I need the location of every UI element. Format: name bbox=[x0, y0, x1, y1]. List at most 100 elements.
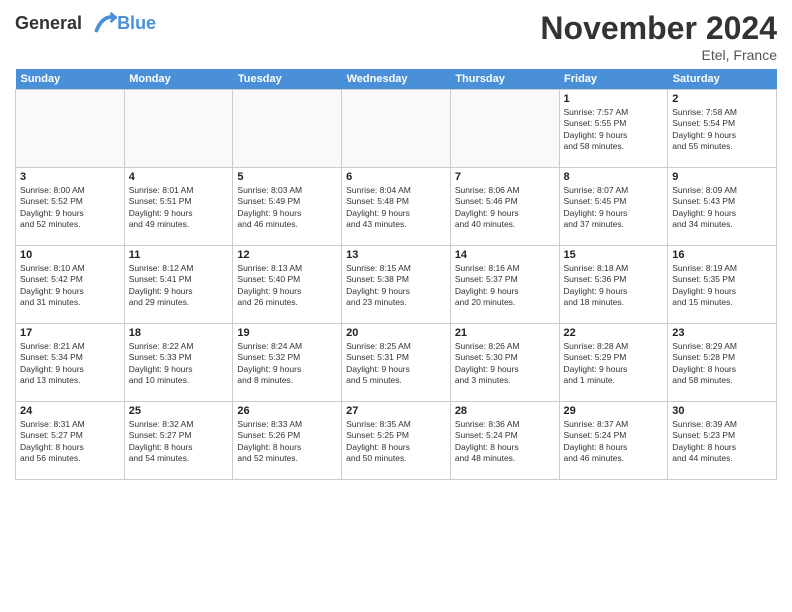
calendar-week-row: 3 Sunrise: 8:00 AM Sunset: 5:52 PM Daylig… bbox=[16, 168, 777, 246]
day-info: Sunrise: 8:04 AM Sunset: 5:48 PM Dayligh… bbox=[346, 185, 446, 231]
calendar-week-row: 24 Sunrise: 8:31 AM Sunset: 5:27 PM Dayli… bbox=[16, 402, 777, 480]
calendar-cell: 10 Sunrise: 8:10 AM Sunset: 5:42 PM Dayli… bbox=[16, 246, 125, 324]
header-saturday: Saturday bbox=[668, 69, 777, 90]
calendar-cell: 7 Sunrise: 8:06 AM Sunset: 5:46 PM Daylig… bbox=[450, 168, 559, 246]
calendar-cell: 18 Sunrise: 8:22 AM Sunset: 5:33 PM Dayli… bbox=[124, 324, 233, 402]
day-info: Sunrise: 8:31 AM Sunset: 5:27 PM Dayligh… bbox=[20, 419, 120, 465]
day-number: 28 bbox=[455, 405, 555, 417]
day-number: 3 bbox=[20, 171, 120, 183]
day-info: Sunrise: 8:12 AM Sunset: 5:41 PM Dayligh… bbox=[129, 263, 229, 309]
day-info: Sunrise: 8:13 AM Sunset: 5:40 PM Dayligh… bbox=[237, 263, 337, 309]
day-number: 10 bbox=[20, 249, 120, 261]
day-number: 25 bbox=[129, 405, 229, 417]
calendar-cell: 16Sunrise: 8:19 AM Sunset: 5:35 PM Dayli… bbox=[668, 246, 777, 324]
location: Etel, France bbox=[540, 47, 777, 63]
day-info: Sunrise: 8:24 AM Sunset: 5:32 PM Dayligh… bbox=[237, 341, 337, 387]
day-number: 6 bbox=[346, 171, 446, 183]
logo-general: General bbox=[15, 13, 82, 33]
calendar-cell: 3 Sunrise: 8:00 AM Sunset: 5:52 PM Daylig… bbox=[16, 168, 125, 246]
day-number: 17 bbox=[20, 327, 120, 339]
calendar-week-row: 10 Sunrise: 8:10 AM Sunset: 5:42 PM Dayli… bbox=[16, 246, 777, 324]
day-info: Sunrise: 8:29 AM Sunset: 5:28 PM Dayligh… bbox=[672, 341, 772, 387]
calendar-cell: 20 Sunrise: 8:25 AM Sunset: 5:31 PM Dayli… bbox=[342, 324, 451, 402]
calendar-cell: 8 Sunrise: 8:07 AM Sunset: 5:45 PM Daylig… bbox=[559, 168, 668, 246]
calendar-cell: 23 Sunrise: 8:29 AM Sunset: 5:28 PM Dayli… bbox=[668, 324, 777, 402]
header-tuesday: Tuesday bbox=[233, 69, 342, 90]
day-info: Sunrise: 8:03 AM Sunset: 5:49 PM Dayligh… bbox=[237, 185, 337, 231]
day-info: Sunrise: 8:00 AM Sunset: 5:52 PM Dayligh… bbox=[20, 185, 120, 231]
calendar-cell: 17 Sunrise: 8:21 AM Sunset: 5:34 PM Dayli… bbox=[16, 324, 125, 402]
calendar-cell: 9 Sunrise: 8:09 AM Sunset: 5:43 PM Daylig… bbox=[668, 168, 777, 246]
day-info: Sunrise: 8:22 AM Sunset: 5:33 PM Dayligh… bbox=[129, 341, 229, 387]
calendar-cell: 12 Sunrise: 8:13 AM Sunset: 5:40 PM Dayli… bbox=[233, 246, 342, 324]
day-number: 23 bbox=[672, 327, 772, 339]
calendar-cell: 19 Sunrise: 8:24 AM Sunset: 5:32 PM Dayli… bbox=[233, 324, 342, 402]
day-number: 24 bbox=[20, 405, 120, 417]
day-number: 30 bbox=[672, 405, 772, 417]
calendar-cell: 15 Sunrise: 8:18 AM Sunset: 5:36 PM Dayli… bbox=[559, 246, 668, 324]
day-number: 18 bbox=[129, 327, 229, 339]
day-info: Sunrise: 8:37 AM Sunset: 5:24 PM Dayligh… bbox=[564, 419, 664, 465]
day-number: 7 bbox=[455, 171, 555, 183]
day-number: 4 bbox=[129, 171, 229, 183]
day-info: Sunrise: 8:01 AM Sunset: 5:51 PM Dayligh… bbox=[129, 185, 229, 231]
day-info: Sunrise: 8:09 AM Sunset: 5:43 PM Dayligh… bbox=[672, 185, 772, 231]
calendar-cell: 29 Sunrise: 8:37 AM Sunset: 5:24 PM Dayli… bbox=[559, 402, 668, 480]
day-info: Sunrise: 8:28 AM Sunset: 5:29 PM Dayligh… bbox=[564, 341, 664, 387]
calendar-cell bbox=[233, 90, 342, 168]
calendar-cell: 28 Sunrise: 8:36 AM Sunset: 5:24 PM Dayli… bbox=[450, 402, 559, 480]
day-number: 8 bbox=[564, 171, 664, 183]
logo: General Blue bbox=[15, 10, 156, 38]
day-number: 12 bbox=[237, 249, 337, 261]
calendar-cell: 26Sunrise: 8:33 AM Sunset: 5:26 PM Dayli… bbox=[233, 402, 342, 480]
day-number: 19 bbox=[237, 327, 337, 339]
calendar-cell: 5 Sunrise: 8:03 AM Sunset: 5:49 PM Daylig… bbox=[233, 168, 342, 246]
calendar-cell bbox=[450, 90, 559, 168]
day-info: Sunrise: 8:15 AM Sunset: 5:38 PM Dayligh… bbox=[346, 263, 446, 309]
header-thursday: Thursday bbox=[450, 69, 559, 90]
day-info: Sunrise: 8:07 AM Sunset: 5:45 PM Dayligh… bbox=[564, 185, 664, 231]
header-friday: Friday bbox=[559, 69, 668, 90]
day-info: Sunrise: 8:35 AM Sunset: 5:25 PM Dayligh… bbox=[346, 419, 446, 465]
calendar-cell: 1Sunrise: 7:57 AM Sunset: 5:55 PM Daylig… bbox=[559, 90, 668, 168]
header-monday: Monday bbox=[124, 69, 233, 90]
day-info: Sunrise: 8:10 AM Sunset: 5:42 PM Dayligh… bbox=[20, 263, 120, 309]
calendar-cell: 13 Sunrise: 8:15 AM Sunset: 5:38 PM Dayli… bbox=[342, 246, 451, 324]
title-block: November 2024 Etel, France bbox=[540, 10, 777, 63]
day-number: 11 bbox=[129, 249, 229, 261]
day-info: Sunrise: 8:21 AM Sunset: 5:34 PM Dayligh… bbox=[20, 341, 120, 387]
calendar-cell: 27 Sunrise: 8:35 AM Sunset: 5:25 PM Dayli… bbox=[342, 402, 451, 480]
day-number: 13 bbox=[346, 249, 446, 261]
calendar-table: Sunday Monday Tuesday Wednesday Thursday… bbox=[15, 69, 777, 480]
calendar-week-row: 1Sunrise: 7:57 AM Sunset: 5:55 PM Daylig… bbox=[16, 90, 777, 168]
page-container: General Blue November 2024 Etel, France … bbox=[0, 0, 792, 612]
calendar-cell: 21Sunrise: 8:26 AM Sunset: 5:30 PM Dayli… bbox=[450, 324, 559, 402]
day-number: 27 bbox=[346, 405, 446, 417]
header-wednesday: Wednesday bbox=[342, 69, 451, 90]
calendar-cell: 30 Sunrise: 8:39 AM Sunset: 5:23 PM Dayli… bbox=[668, 402, 777, 480]
day-info: Sunrise: 8:25 AM Sunset: 5:31 PM Dayligh… bbox=[346, 341, 446, 387]
day-number: 5 bbox=[237, 171, 337, 183]
day-number: 22 bbox=[564, 327, 664, 339]
day-info: Sunrise: 8:39 AM Sunset: 5:23 PM Dayligh… bbox=[672, 419, 772, 465]
calendar-cell bbox=[342, 90, 451, 168]
calendar-cell: 22 Sunrise: 8:28 AM Sunset: 5:29 PM Dayli… bbox=[559, 324, 668, 402]
day-number: 20 bbox=[346, 327, 446, 339]
day-info: Sunrise: 8:36 AM Sunset: 5:24 PM Dayligh… bbox=[455, 419, 555, 465]
day-info: Sunrise: 8:18 AM Sunset: 5:36 PM Dayligh… bbox=[564, 263, 664, 309]
calendar-cell bbox=[124, 90, 233, 168]
day-info: Sunrise: 8:33 AM Sunset: 5:26 PM Dayligh… bbox=[237, 419, 337, 465]
day-info: Sunrise: 8:06 AM Sunset: 5:46 PM Dayligh… bbox=[455, 185, 555, 231]
day-number: 16 bbox=[672, 249, 772, 261]
day-number: 9 bbox=[672, 171, 772, 183]
calendar-cell: 2Sunrise: 7:58 AM Sunset: 5:54 PM Daylig… bbox=[668, 90, 777, 168]
day-number: 15 bbox=[564, 249, 664, 261]
day-number: 29 bbox=[564, 405, 664, 417]
header: General Blue November 2024 Etel, France bbox=[15, 10, 777, 63]
header-sunday: Sunday bbox=[16, 69, 125, 90]
calendar-cell: 24 Sunrise: 8:31 AM Sunset: 5:27 PM Dayli… bbox=[16, 402, 125, 480]
calendar-cell: 6 Sunrise: 8:04 AM Sunset: 5:48 PM Daylig… bbox=[342, 168, 451, 246]
day-info: Sunrise: 8:16 AM Sunset: 5:37 PM Dayligh… bbox=[455, 263, 555, 309]
day-info: Sunrise: 8:26 AM Sunset: 5:30 PM Dayligh… bbox=[455, 341, 555, 387]
day-info: Sunrise: 8:32 AM Sunset: 5:27 PM Dayligh… bbox=[129, 419, 229, 465]
